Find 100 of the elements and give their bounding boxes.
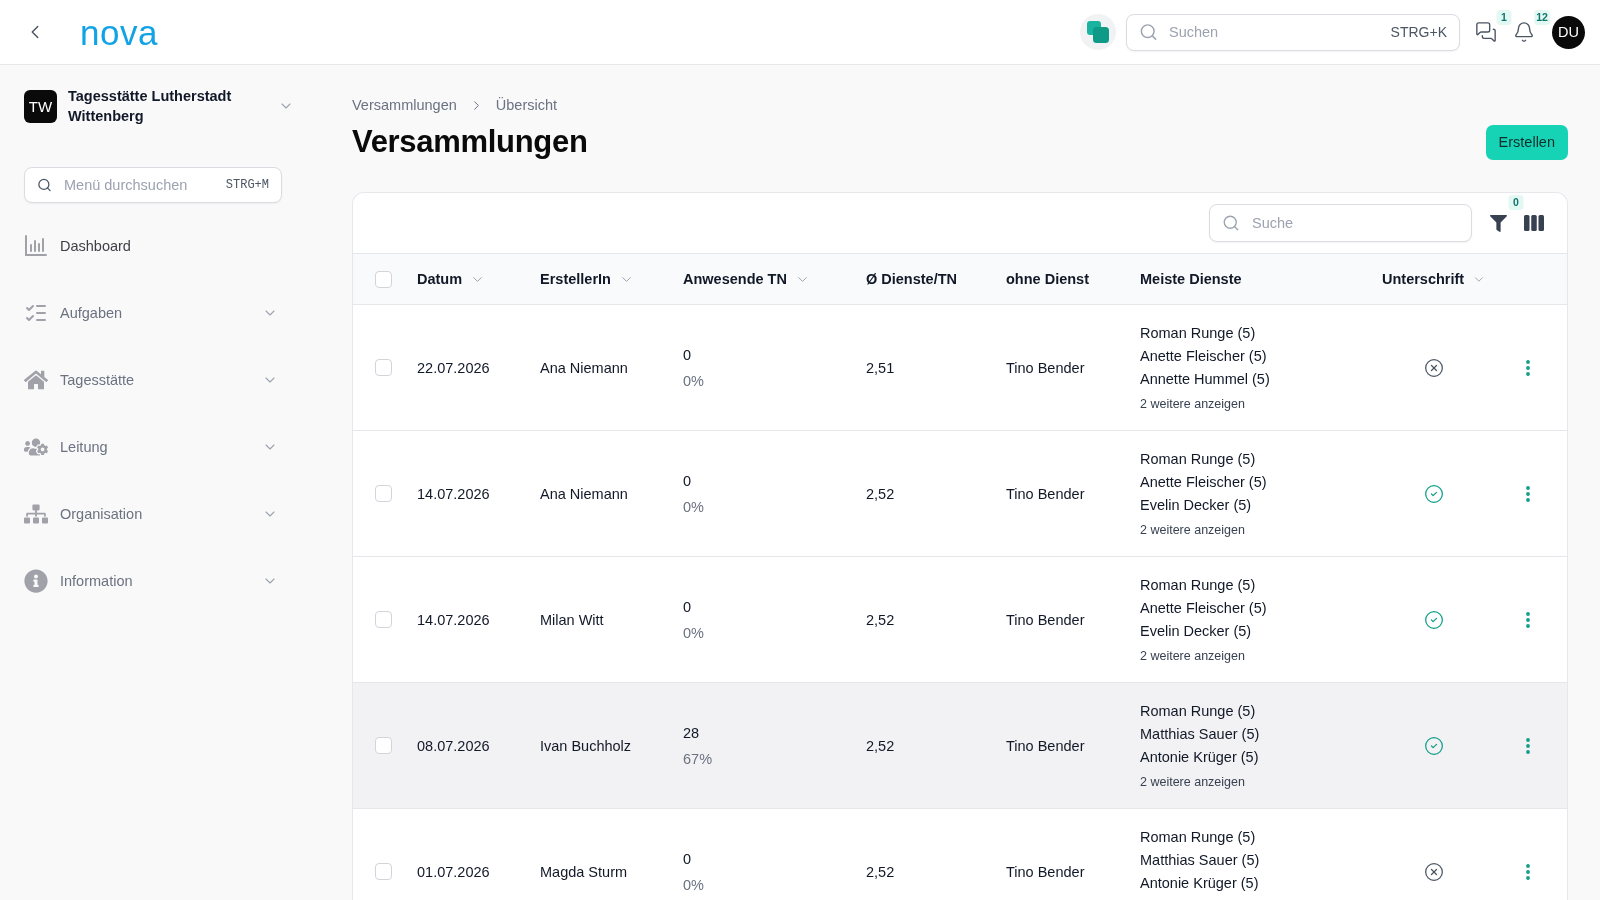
vertical-dots-icon bbox=[1526, 611, 1530, 628]
show-more-link[interactable]: 2 weitere anzeigen bbox=[1140, 769, 1382, 795]
vertical-dots-icon bbox=[1526, 737, 1530, 754]
filter-button[interactable] bbox=[1489, 214, 1507, 232]
show-more-link[interactable]: 2 weitere anzeigen bbox=[1140, 517, 1382, 543]
services-average: 2,52 bbox=[866, 610, 895, 630]
vertical-dots-icon bbox=[1526, 485, 1530, 502]
attendee-percentage: 67% bbox=[683, 749, 713, 769]
attendee-percentage: 0% bbox=[683, 875, 704, 895]
columns-button[interactable] bbox=[1524, 215, 1544, 231]
top-service-person: Roman Runge (5) bbox=[1140, 702, 1257, 721]
services-average: 2,52 bbox=[866, 736, 895, 756]
attendee-percentage: 0% bbox=[683, 371, 704, 391]
top-service-person: Matthias Sauer (5) bbox=[1140, 851, 1261, 870]
column-header: Unterschrift bbox=[1382, 271, 1465, 287]
column-header: Ø Dienste/TN bbox=[866, 271, 958, 287]
show-more-link[interactable]: 2 weitere anzeigen bbox=[1140, 391, 1382, 417]
person-without-service: Tino Bender bbox=[1006, 862, 1085, 882]
attendee-count: 0 bbox=[683, 471, 692, 491]
breadcrumb-link[interactable]: Versammlungen bbox=[352, 97, 457, 113]
funnel-icon bbox=[1489, 214, 1507, 232]
attendee-count: 0 bbox=[683, 345, 692, 365]
top-service-person: Roman Runge (5) bbox=[1140, 828, 1257, 847]
bell-icon bbox=[1513, 21, 1535, 43]
notification-count-badge: 12 bbox=[1534, 10, 1550, 25]
person-without-service: Tino Bender bbox=[1006, 484, 1085, 504]
column-header: ErstellerIn bbox=[540, 271, 611, 287]
show-more-link[interactable]: 2 weitere anzeigen bbox=[1140, 643, 1382, 669]
services-average: 2,51 bbox=[866, 358, 895, 378]
vertical-dots-icon bbox=[1526, 359, 1530, 376]
nav-item[interactable]: Dashboard bbox=[24, 212, 282, 279]
column-header: ohne Dienst bbox=[1006, 271, 1089, 287]
person-without-service: Tino Bender bbox=[1006, 610, 1085, 630]
date-text: 14.07.2026 bbox=[417, 610, 490, 630]
notifications-button[interactable] bbox=[1513, 21, 1535, 43]
info-icon bbox=[24, 568, 48, 593]
column-header: Datum bbox=[417, 271, 463, 287]
organization-logo: TW bbox=[24, 89, 57, 123]
row-checkbox[interactable] bbox=[375, 359, 392, 376]
create-button[interactable]: Erstellen bbox=[1485, 124, 1568, 160]
column-header: Anwesende TN bbox=[683, 271, 787, 287]
top-service-person: Evelin Decker (5) bbox=[1140, 496, 1253, 515]
stacked-squares-icon bbox=[1087, 21, 1109, 43]
shortcut-hint: STRG+K bbox=[1390, 24, 1447, 40]
search-icon bbox=[1139, 22, 1158, 42]
services-average: 2,52 bbox=[866, 862, 895, 882]
row-checkbox[interactable] bbox=[375, 737, 392, 754]
date-text: 01.07.2026 bbox=[417, 862, 490, 882]
organization-name: Tagesstätte Lutherstadt Wittenberg bbox=[68, 87, 233, 126]
person-without-service: Tino Bender bbox=[1006, 736, 1085, 756]
top-service-person: Anette Fleischer (5) bbox=[1140, 347, 1268, 366]
column-header: Meiste Dienste bbox=[1140, 271, 1242, 287]
attendee-count: 28 bbox=[683, 723, 700, 743]
creator-name: Ivan Buchholz bbox=[540, 736, 632, 756]
date-text: 14.07.2026 bbox=[417, 484, 490, 504]
creator-name: Ana Niemann bbox=[540, 358, 628, 378]
top-service-person: Roman Runge (5) bbox=[1140, 450, 1257, 469]
creator-name: Magda Sturm bbox=[540, 862, 628, 882]
top-service-person: Annette Hummel (5) bbox=[1140, 370, 1271, 389]
row-checkbox[interactable] bbox=[375, 611, 392, 628]
attendee-percentage: 0% bbox=[683, 497, 704, 517]
table-search-field[interactable]: Suche bbox=[1209, 204, 1472, 242]
nav-item[interactable]: Information bbox=[24, 547, 282, 614]
sitemap-icon bbox=[24, 501, 48, 526]
top-service-person: Roman Runge (5) bbox=[1140, 324, 1257, 343]
top-service-person: Matthias Sauer (5) bbox=[1140, 725, 1261, 744]
top-service-person: Roman Runge (5) bbox=[1140, 576, 1257, 595]
nav-item[interactable]: Leitung bbox=[24, 413, 282, 480]
user-avatar[interactable]: DU bbox=[1552, 15, 1585, 49]
bar-chart-icon bbox=[24, 233, 48, 258]
attendee-count: 0 bbox=[683, 597, 692, 617]
top-service-person: Antonie Krüger (5) bbox=[1140, 874, 1260, 893]
person-without-service: Tino Bender bbox=[1006, 358, 1085, 378]
page-title: Versammlungen bbox=[352, 124, 588, 160]
services-average: 2,52 bbox=[866, 484, 895, 504]
select-all-checkbox[interactable] bbox=[375, 270, 392, 288]
creator-name: Milan Witt bbox=[540, 610, 604, 630]
row-checkbox[interactable] bbox=[375, 863, 392, 880]
messages-button[interactable] bbox=[1475, 21, 1497, 43]
top-service-person: Anette Fleischer (5) bbox=[1140, 473, 1268, 492]
nav-item[interactable]: Organisation bbox=[24, 480, 282, 547]
message-count-badge: 1 bbox=[1496, 10, 1512, 25]
row-checkbox[interactable] bbox=[375, 485, 392, 502]
app-logo: nova bbox=[80, 14, 158, 50]
search-icon bbox=[1222, 214, 1240, 232]
nav-item[interactable]: Tagesstätte bbox=[24, 346, 282, 413]
search-icon bbox=[37, 177, 52, 193]
vertical-dots-icon bbox=[1526, 863, 1530, 880]
top-service-person: Antonie Krüger (5) bbox=[1140, 748, 1260, 767]
attendee-percentage: 0% bbox=[683, 623, 704, 643]
apps-button[interactable] bbox=[1080, 14, 1116, 50]
filter-count-badge: 0 bbox=[1508, 195, 1524, 210]
top-service-person: Evelin Decker (5) bbox=[1140, 622, 1253, 641]
top-service-person: Anette Fleischer (5) bbox=[1140, 599, 1268, 618]
breadcrumb-link[interactable]: Übersicht bbox=[495, 97, 558, 113]
creator-name: Ana Niemann bbox=[540, 484, 628, 504]
date-text: 08.07.2026 bbox=[417, 736, 490, 756]
nav-item[interactable]: Aufgaben bbox=[24, 279, 282, 346]
shortcut-hint: STRG+M bbox=[225, 178, 269, 192]
chat-bubbles-icon bbox=[1475, 21, 1497, 43]
